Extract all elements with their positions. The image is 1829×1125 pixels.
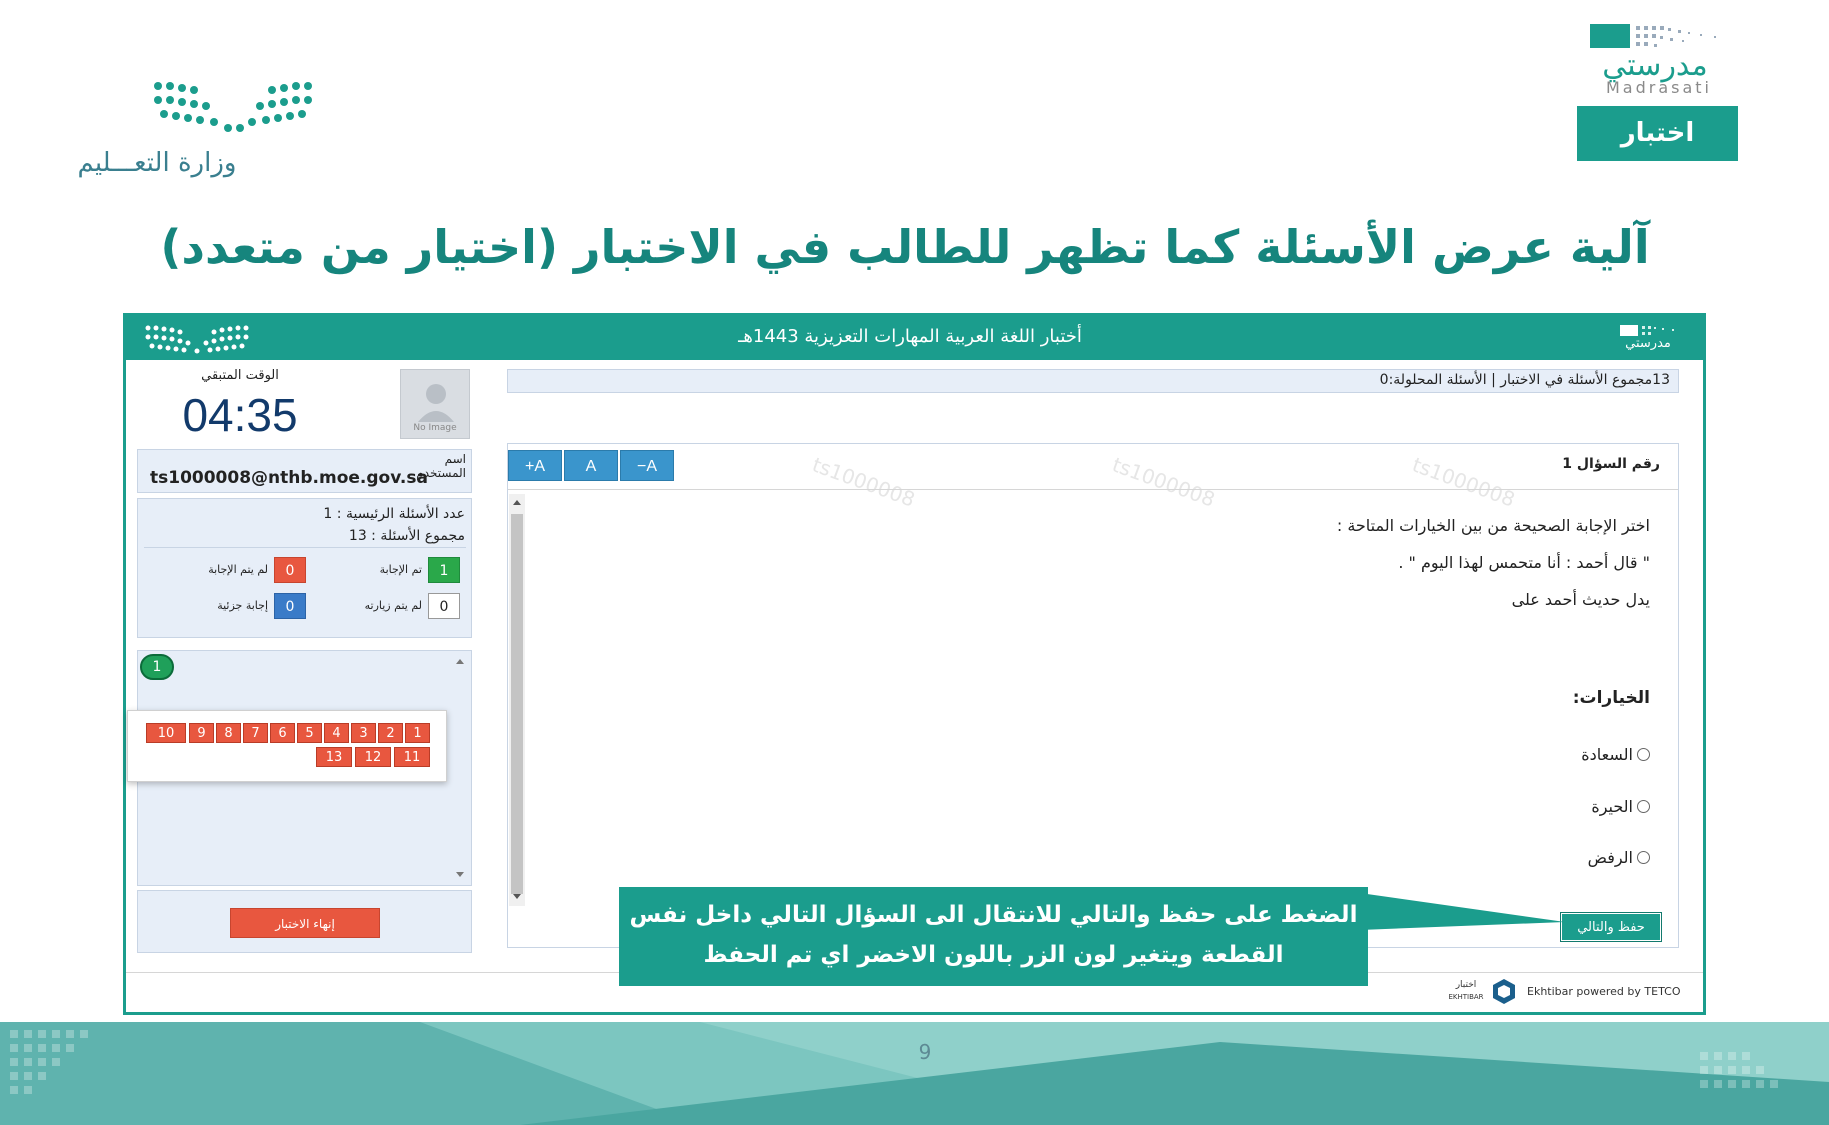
qnum-11[interactable]: 11	[394, 747, 430, 767]
footer-powered-by: Ekhtibar powered by TETCO	[1527, 985, 1681, 998]
madrasati-small-logo: مدرستي	[1618, 322, 1690, 356]
unanswered-label: لم يتم الإجابة	[208, 563, 268, 576]
scroll-down-icon	[513, 894, 521, 899]
choice-label-1: السعادة	[1581, 745, 1633, 764]
qnum-3[interactable]: 3	[351, 723, 376, 743]
slide-title: آلية عرض الأسئلة كما تظهر للطالب في الاخ…	[160, 220, 1650, 274]
not-visited-count: 0	[428, 593, 460, 619]
ekhtibar-logo-arabic: اختبار	[1455, 980, 1477, 990]
scroll-up-icon	[513, 500, 521, 505]
choice-label-3: الرفض	[1587, 848, 1633, 867]
main-questions-count: عدد الأسئلة الرئيسية : 1	[323, 506, 465, 522]
qnum-5[interactable]: 5	[297, 723, 322, 743]
exam-title: أختبار اللغة العربية المهارات التعزيزية …	[738, 326, 1082, 347]
question-numbers-popup: 1 2 3 4 5 6 7 8 9 10 11 12 13	[127, 710, 447, 782]
question-scroll-arrows	[513, 500, 521, 899]
timer-label: الوقت المتبقي	[201, 368, 279, 383]
ekhtibar-logo: اختبار EKHTIBAR	[1440, 976, 1520, 1008]
scroll-down-icon	[456, 872, 464, 877]
choice-option-1[interactable]: السعادة	[1450, 745, 1650, 764]
increase-font-button[interactable]: +A	[508, 450, 562, 481]
scroll-up-icon	[456, 659, 464, 664]
ministry-logo-dots	[154, 82, 312, 132]
questions-count-text: 13مجموع الأسئلة في الاختبار | الأسئلة ال…	[1379, 372, 1670, 388]
ministry-name: وزارة التعـــليم	[77, 148, 237, 178]
navigator-scrollbar[interactable]	[452, 654, 468, 882]
remaining-time: 04:35	[182, 389, 298, 441]
qnum-2[interactable]: 2	[378, 723, 403, 743]
ekhtibar-logo-english: EKHTIBAR	[1448, 993, 1484, 1001]
callout-line-2: القطعة ويتغير لون الزر باللون الاخضر اي …	[703, 942, 1284, 968]
question-instruction: اختر الإجابة الصحيحة من بين الخيارات الم…	[1336, 516, 1650, 535]
question-number: رقم السؤال 1	[1562, 456, 1660, 472]
qnum-12[interactable]: 12	[355, 747, 391, 767]
radio-icon[interactable]	[1637, 851, 1650, 864]
user-email: ts1000008@nthb.moe.gov.sa	[150, 468, 428, 488]
total-questions-count: مجموع الأسئلة : 13	[348, 528, 465, 544]
choice-option-2[interactable]: الحيرة	[1450, 797, 1650, 816]
exam-badge: اختبار	[1577, 106, 1738, 161]
passage-button[interactable]: 1	[140, 654, 174, 680]
madrasati-english-name: Madrasati	[1605, 78, 1712, 97]
qnum-6[interactable]: 6	[270, 723, 295, 743]
not-visited-label: لم يتم زيارته	[364, 599, 422, 612]
radio-icon[interactable]	[1637, 748, 1650, 761]
qnum-13[interactable]: 13	[316, 747, 352, 767]
partial-answer-count: 0	[274, 593, 306, 619]
decrease-font-button[interactable]: −A	[620, 450, 674, 481]
madrasati-small-logo-text: مدرستي	[1625, 336, 1671, 351]
reset-font-button[interactable]: A	[564, 450, 618, 481]
end-exam-button[interactable]: إنهاء الاختبار	[230, 908, 380, 938]
qnum-10[interactable]: 10	[146, 723, 186, 743]
save-next-button[interactable]: حفظ والتالي	[1560, 912, 1662, 942]
callout-pointer	[1360, 893, 1565, 930]
partial-answer-label: إجابة جزئية	[217, 599, 268, 612]
question-header-divider	[508, 489, 1678, 490]
radio-icon[interactable]	[1637, 800, 1650, 813]
choices-title: الخيارات:	[1572, 688, 1650, 708]
question-stem: يدل حديث أحمد على	[1511, 590, 1650, 609]
user-avatar-icon	[418, 384, 454, 422]
ministry-dots-icon	[145, 325, 249, 354]
answered-label: تم الإجابة	[379, 563, 422, 576]
question-quote: " قال أحمد : أنا متحمس لهذا اليوم " .	[1398, 553, 1650, 572]
avatar-placeholder-label: No Image	[413, 423, 457, 433]
qnum-4[interactable]: 4	[324, 723, 349, 743]
instruction-callout: الضغط على حفظ والتالي للانتقال الى السؤا…	[619, 887, 1368, 986]
unanswered-count: 0	[274, 557, 306, 583]
qnum-7[interactable]: 7	[243, 723, 268, 743]
qnum-8[interactable]: 8	[216, 723, 241, 743]
qnum-9[interactable]: 9	[189, 723, 214, 743]
qnum-1[interactable]: 1	[405, 723, 430, 743]
answered-count: 1	[428, 557, 460, 583]
stats-divider	[144, 547, 466, 548]
page-number: 9	[918, 1040, 932, 1064]
choice-option-3[interactable]: الرفض	[1450, 848, 1650, 867]
callout-line-1: الضغط على حفظ والتالي للانتقال الى السؤا…	[629, 902, 1358, 928]
choice-label-2: الحيرة	[1591, 797, 1633, 816]
footer-decoration-band	[0, 1022, 1829, 1125]
